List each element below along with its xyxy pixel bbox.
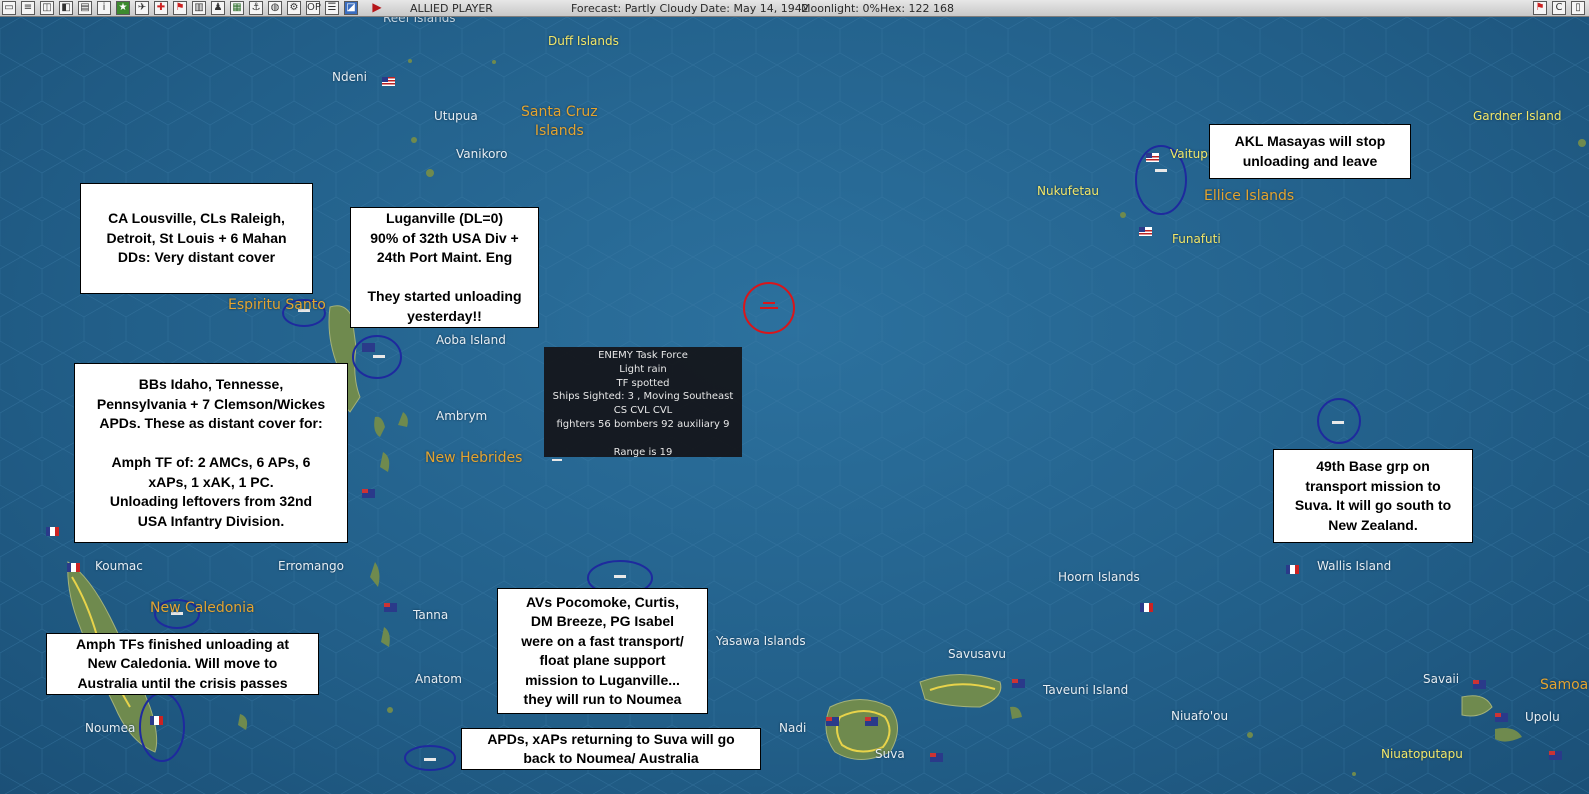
intel-range: Range is 19 (613, 446, 673, 458)
gear-icon[interactable]: ⚙ (287, 1, 301, 15)
label-duff: Duff Islands (548, 34, 619, 48)
label-funafuti: Funafuti (1172, 232, 1221, 246)
tf-icon[interactable]: ◧ (59, 1, 73, 15)
moonlight-label: Moonlight: 0% (801, 2, 880, 15)
intel-title: ENEMY Task Force (598, 350, 688, 361)
label-gardner: Gardner Island (1473, 109, 1562, 123)
new-icon[interactable]: ▭ (2, 1, 16, 15)
label-savaii: Savaii (1423, 672, 1460, 686)
label-new-hebrides: New Hebrides (425, 450, 523, 466)
label-upolu: Upolu (1525, 710, 1560, 724)
red-plane-icon[interactable]: ✚ (154, 1, 168, 15)
top-toolbar: ▭ ≡ ◫ ◧ ▤ i ★ ✈ ✚ ⚑ ▥ ♟ ▦ ⚓ ◍ ⚙ OP ☰ ◪ ▶… (0, 0, 1589, 17)
intel-aircraft: fighters 56 bombers 92 auxiliary 9 (556, 418, 730, 430)
note-ca-cover: CA Lousville, CLs Raleigh, Detroit, St L… (80, 183, 313, 294)
note-bbs-cover: BBs Idaho, Tennesse, Pennsylvania + 7 Cl… (74, 363, 348, 543)
label-niuafoou: Niuafo'ou (1171, 709, 1229, 723)
label-tanna: Tanna (413, 608, 449, 622)
label-taveuni: Taveuni Island (1043, 683, 1129, 697)
label-hoorn: Hoorn Islands (1058, 570, 1140, 584)
label-ellice-islands: Ellice Islands (1204, 188, 1295, 204)
label-niuatoputapu: Niuatoputapu (1381, 747, 1463, 761)
air-icon[interactable]: ✈ (135, 1, 149, 15)
label-espiritu-santo: Espiritu Santo (228, 297, 326, 313)
globe-icon[interactable]: ◍ (268, 1, 282, 15)
note-amph-nc: Amph TFs finished unloading at New Caled… (46, 633, 319, 695)
label-samoa: Samoa (1540, 677, 1589, 693)
ships-icon[interactable]: ◫ (40, 1, 54, 15)
intel-ships: Ships Sighted: 3 , Moving Southeast (552, 391, 734, 403)
hex-label: Hex: 122 168 (880, 2, 955, 15)
note-avs: AVs Pocomoke, Curtis, DM Breeze, PG Isab… (497, 588, 708, 714)
label-anatom: Anatom (415, 672, 462, 686)
chart-icon[interactable]: ▥ (192, 1, 206, 15)
list-icon[interactable]: ≡ (21, 1, 35, 15)
label-ambrym: Ambrym (436, 409, 488, 423)
side-icon[interactable]: ▯ (1571, 1, 1585, 15)
label-noumea: Noumea (85, 721, 136, 735)
ship-icon[interactable]: ⚓ (249, 1, 263, 15)
intel-weather: Light rain (619, 363, 667, 375)
note-base49: 49th Base grp on transport mission to Su… (1273, 449, 1473, 543)
label-nukufetau: Nukufetau (1037, 184, 1100, 198)
note-apds: APDs, xAPs returning to Suva will go bac… (461, 728, 761, 770)
label-savusavu: Savusavu (948, 647, 1006, 661)
label-yasawa: Yasawa Islands (716, 634, 806, 648)
label-new-caledonia: New Caledonia (150, 600, 255, 616)
strategic-map[interactable]: Santa Cruz Islands Espiritu Santo New He… (0, 17, 1589, 794)
label-koumac: Koumac (95, 559, 143, 573)
label-vanikoro: Vanikoro (456, 147, 508, 161)
label-nadi: Nadi (779, 721, 807, 735)
group-icon[interactable]: ♟ (211, 1, 225, 15)
label-suva: Suva (875, 747, 905, 761)
leader-icon[interactable]: ▦ (230, 1, 244, 15)
date-label: Date: May 14, 1942 (700, 2, 809, 15)
bases-icon[interactable]: ▤ (78, 1, 92, 15)
window-icon[interactable]: ◪ (344, 1, 358, 15)
info-icon[interactable]: i (97, 1, 111, 15)
intel-status: TF spotted (616, 377, 670, 389)
label-ndeni: Ndeni (332, 70, 367, 84)
note-akl: AKL Masayas will stop unloading and leav… (1209, 124, 1411, 179)
report-icon[interactable]: ☰ (325, 1, 339, 15)
intel-types: CS CVL CVL (613, 405, 673, 417)
forecast-label: Forecast: Partly Cloudy (571, 2, 698, 15)
op-icon[interactable]: OP (306, 1, 321, 15)
label-utupua: Utupua (434, 109, 478, 123)
note-luganville: Luganville (DL=0) 90% of 32th USA Div + … (350, 207, 539, 328)
enemy-tf-tooltip: ENEMY Task Force Light rain TF spotted S… (544, 347, 742, 458)
label-top-partial: Reef Islands (383, 17, 456, 25)
c-icon[interactable]: C (1552, 1, 1566, 15)
flag-icon[interactable]: ⚑ (1533, 1, 1547, 15)
label-erromango: Erromango (278, 559, 344, 573)
flag-icon[interactable]: ⚑ (173, 1, 187, 15)
player-label: ALLIED PLAYER (410, 2, 493, 15)
label-aoba: Aoba Island (436, 333, 506, 347)
label-santa-cruz: Santa Cruz Islands (521, 104, 598, 139)
play-icon[interactable]: ▶ (370, 1, 384, 15)
label-wallis: Wallis Island (1317, 559, 1392, 573)
star-icon[interactable]: ★ (116, 1, 130, 15)
